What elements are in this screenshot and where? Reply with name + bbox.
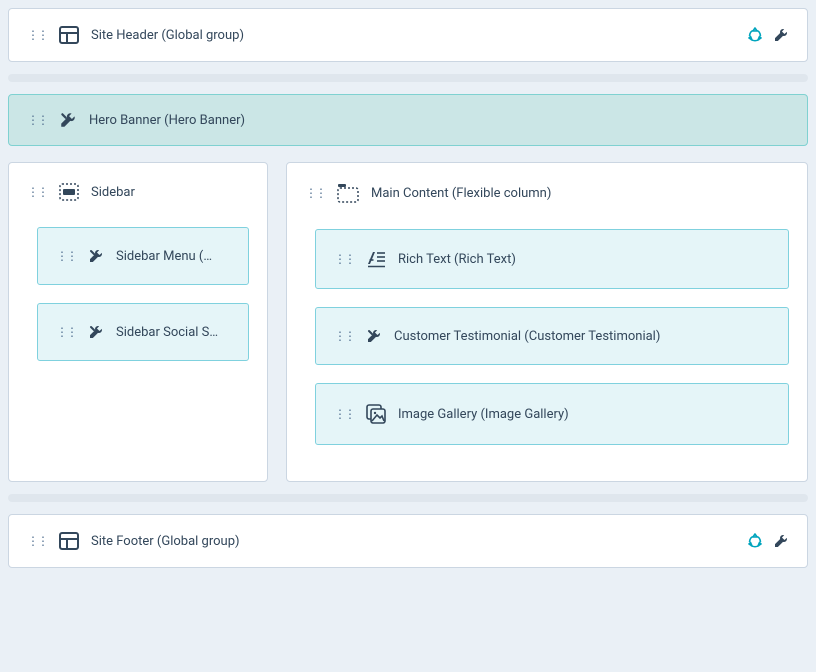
image-gallery-icon [366, 404, 386, 424]
column-label: Sidebar [91, 185, 135, 200]
section-icon [59, 183, 79, 201]
module-label: Rich Text (Rich Text) [398, 252, 516, 267]
tools-icon[interactable] [773, 27, 789, 43]
divider-bar [8, 494, 808, 502]
testimonial-module[interactable]: Customer Testimonial (Customer Testimoni… [315, 307, 789, 365]
recycle-icon[interactable] [747, 533, 763, 549]
sidebar-menu-module[interactable]: Sidebar Menu (… [37, 227, 249, 285]
drag-handle-icon[interactable] [27, 118, 47, 122]
recycle-icon[interactable] [747, 27, 763, 43]
tools-icon [59, 111, 77, 129]
site-footer-block[interactable]: Site Footer (Global group) [8, 514, 808, 568]
drag-handle-icon[interactable] [56, 330, 76, 334]
drag-handle-icon[interactable] [334, 257, 354, 261]
main-column[interactable]: Main Content (Flexible column) Rich Text… [286, 162, 808, 482]
tools-icon [88, 248, 104, 264]
module-label: Customer Testimonial (Customer Testimoni… [394, 329, 660, 344]
module-label: Sidebar Social S… [116, 325, 230, 340]
drag-handle-icon[interactable] [27, 539, 47, 543]
module-label: Image Gallery (Image Gallery) [398, 407, 569, 422]
divider-bar [8, 74, 808, 82]
columns-row: Sidebar Sidebar Menu (… Sidebar Social S… [8, 162, 808, 482]
sidebar-social-module[interactable]: Sidebar Social S… [37, 303, 249, 361]
block-label: Site Footer (Global group) [91, 534, 735, 549]
rich-text-module[interactable]: Rich Text (Rich Text) [315, 229, 789, 289]
block-label: Site Header (Global group) [91, 28, 735, 43]
rich-text-icon [366, 250, 386, 268]
drag-handle-icon[interactable] [334, 334, 354, 338]
drag-handle-icon[interactable] [305, 191, 325, 195]
flexible-column-icon [337, 183, 359, 203]
tools-icon [88, 324, 104, 340]
sidebar-column[interactable]: Sidebar Sidebar Menu (… Sidebar Social S… [8, 162, 268, 482]
tools-icon [366, 328, 382, 344]
hero-banner-block[interactable]: Hero Banner (Hero Banner) [8, 94, 808, 146]
module-label: Sidebar Menu (… [116, 249, 230, 264]
block-label: Hero Banner (Hero Banner) [89, 113, 245, 128]
column-label: Main Content (Flexible column) [371, 186, 551, 201]
layout-icon [59, 531, 79, 551]
image-gallery-module[interactable]: Image Gallery (Image Gallery) [315, 383, 789, 445]
drag-handle-icon[interactable] [334, 412, 354, 416]
drag-handle-icon[interactable] [56, 254, 76, 258]
layout-icon [59, 25, 79, 45]
tools-icon[interactable] [773, 533, 789, 549]
drag-handle-icon[interactable] [27, 190, 47, 194]
drag-handle-icon[interactable] [27, 33, 47, 37]
site-header-block[interactable]: Site Header (Global group) [8, 8, 808, 62]
